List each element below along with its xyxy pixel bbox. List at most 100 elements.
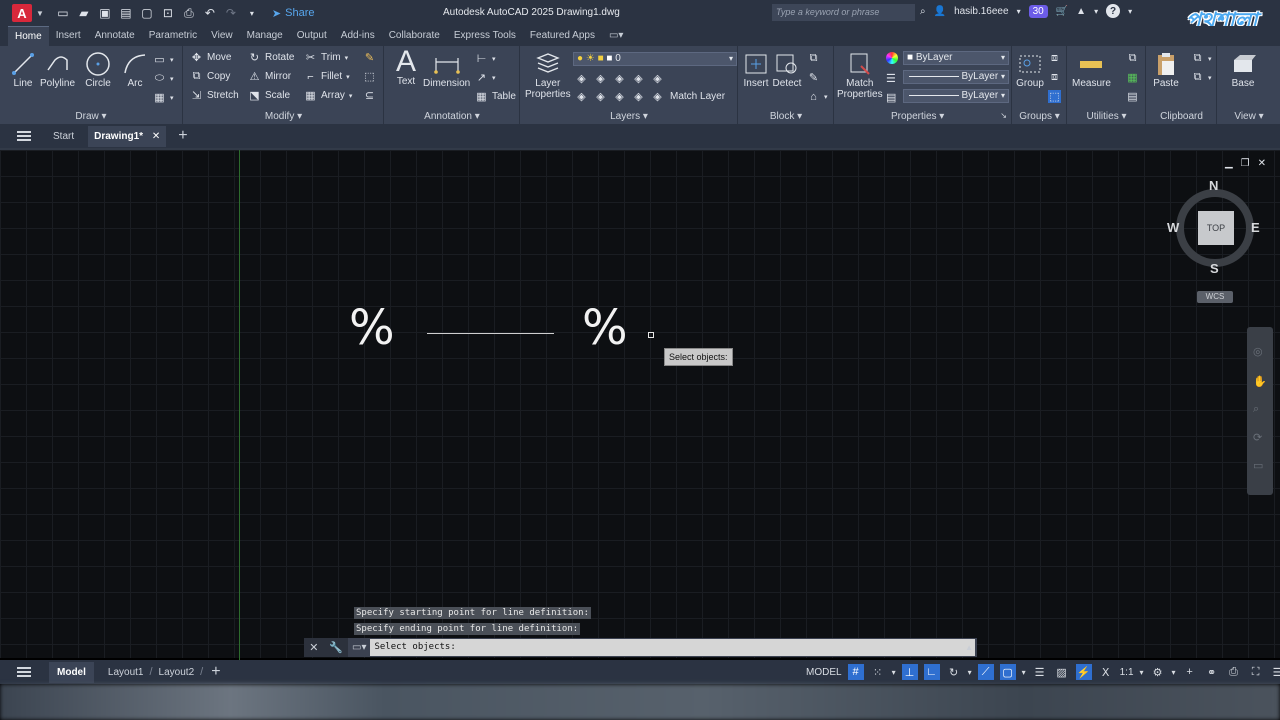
ungroup-tool[interactable]: ⧈ bbox=[1048, 52, 1061, 65]
group-tool[interactable]: Group bbox=[1015, 50, 1045, 89]
open-folder-icon[interactable]: ▰ bbox=[77, 6, 91, 20]
attribute-dropdown-icon[interactable]: ▾ bbox=[824, 93, 828, 101]
layer-properties-tool[interactable]: Layer Properties bbox=[525, 50, 571, 100]
transparency-icon[interactable]: ▨ bbox=[1054, 664, 1070, 680]
make-current-icon[interactable]: ◈ bbox=[651, 72, 664, 85]
viewcube[interactable]: TOP N S E W bbox=[1167, 178, 1260, 276]
layer-off-icon[interactable]: ◈ bbox=[575, 72, 588, 85]
array-tool[interactable]: ▦ Array ▾ bbox=[304, 89, 352, 102]
copy-clip-tool[interactable]: ⧉ ▾ bbox=[1191, 71, 1212, 84]
percent-text-right[interactable]: % bbox=[582, 300, 628, 356]
move-tool[interactable]: ✥ Move bbox=[190, 51, 232, 64]
measure-tool[interactable]: Measure bbox=[1072, 50, 1111, 89]
calculator-tool[interactable]: ▤ bbox=[1126, 90, 1139, 103]
tab-output[interactable]: Output bbox=[290, 26, 334, 46]
detect-tool[interactable]: Detect bbox=[772, 50, 802, 89]
workspace-gear-icon[interactable]: ⚙ bbox=[1150, 664, 1166, 680]
new-tab-plus-icon[interactable]: + bbox=[178, 127, 187, 145]
offset-tool[interactable]: ⊆ bbox=[363, 89, 376, 102]
osnap-dropdown-icon[interactable]: ▾ bbox=[1022, 668, 1026, 677]
tab-view[interactable]: View bbox=[204, 26, 240, 46]
infer-constraints-icon[interactable]: ⊥ bbox=[901, 664, 918, 680]
tab-collaborate[interactable]: Collaborate bbox=[382, 26, 447, 46]
match-properties-tool[interactable]: Match Properties bbox=[837, 50, 883, 100]
ortho-icon[interactable]: ∟ bbox=[923, 664, 940, 680]
color-dropdown[interactable]: ■ ByLayer ▾ bbox=[903, 51, 1009, 65]
viewcube-top-face[interactable]: TOP bbox=[1198, 211, 1234, 245]
hardware-acceleration-icon[interactable]: ⎙ bbox=[1226, 664, 1242, 680]
layer-unisolate-icon[interactable]: ◈ bbox=[594, 90, 607, 103]
tab-annotate[interactable]: Annotate bbox=[88, 26, 142, 46]
save-web-icon[interactable]: ⊡ bbox=[161, 6, 175, 20]
search-input[interactable]: Type a keyword or phrase bbox=[772, 4, 915, 21]
command-input[interactable]: Select objects: bbox=[370, 639, 975, 656]
dimension-tool[interactable]: Dimension bbox=[423, 50, 470, 89]
paste-tool[interactable]: Paste bbox=[1151, 50, 1181, 89]
hatch-tool[interactable]: ⬭ ▾ bbox=[153, 72, 174, 85]
leader-tool[interactable]: ↗ ▾ bbox=[475, 71, 496, 84]
clipboard-panel-label[interactable]: Clipboard bbox=[1147, 111, 1216, 122]
command-customize-icon[interactable]: 🔧 bbox=[329, 641, 343, 654]
tab-featured-apps[interactable]: Featured Apps bbox=[523, 26, 602, 46]
snap-icon[interactable]: ⁙ bbox=[870, 664, 886, 680]
customize-qat-icon[interactable]: ▾ bbox=[245, 7, 259, 20]
linear-dim-tool[interactable]: ⊢ ▾ bbox=[475, 52, 496, 65]
layer-thaw-icon[interactable]: ◈ bbox=[613, 90, 626, 103]
compass-east[interactable]: E bbox=[1251, 220, 1260, 235]
properties-launcher-icon[interactable]: ↘ bbox=[1000, 111, 1007, 120]
ribbon-minimize-icon[interactable]: ▭▾ bbox=[602, 26, 630, 46]
command-close-icon[interactable]: ✕ bbox=[309, 641, 318, 654]
tab-start[interactable]: Start bbox=[53, 131, 74, 142]
layer-isolate-icon[interactable]: ◈ bbox=[594, 72, 607, 85]
annotation-scale[interactable]: 1:1 bbox=[1120, 667, 1134, 678]
model-space-button[interactable]: MODEL bbox=[806, 667, 842, 678]
layer-dropdown[interactable]: ● ☀ ■ ■ 0 ▾ bbox=[573, 52, 737, 66]
lineweight-dropdown[interactable]: ByLayer ▾ bbox=[903, 89, 1009, 103]
arc-tool[interactable]: Arc bbox=[120, 50, 150, 89]
layer-lock-icon[interactable]: ◈ bbox=[632, 72, 645, 85]
ellipse-dropdown-icon[interactable]: ▾ bbox=[170, 75, 174, 83]
user-icon[interactable]: 👤 bbox=[934, 6, 946, 17]
table-tool[interactable]: ▦ Table bbox=[475, 90, 516, 103]
text-tool[interactable]: A Text bbox=[391, 45, 421, 87]
polar-tracking-icon[interactable]: ↻ bbox=[946, 664, 962, 680]
tab-model[interactable]: Model bbox=[49, 661, 94, 683]
copy-clip-dropdown-icon[interactable]: ▾ bbox=[1208, 55, 1212, 63]
navigation-bar[interactable]: ◎ ✋ ⌕ ⟳ ▭ bbox=[1247, 327, 1273, 495]
layers-panel-label[interactable]: Layers ▾ bbox=[521, 111, 737, 122]
erase-tool[interactable]: ✎ bbox=[363, 51, 376, 64]
help-dropdown-icon[interactable]: ▾ bbox=[1128, 7, 1132, 16]
block-panel-label[interactable]: Block ▾ bbox=[739, 111, 833, 122]
layout-menu-icon[interactable] bbox=[17, 667, 31, 677]
wcs-menu[interactable]: WCS bbox=[1197, 291, 1233, 303]
customize-status-icon[interactable]: ☰ bbox=[1270, 664, 1280, 680]
group-edit-tool[interactable]: ⧈ bbox=[1048, 71, 1061, 84]
add-layout-plus-icon[interactable]: + bbox=[211, 663, 220, 681]
select-all-tool[interactable]: ▦ bbox=[1126, 71, 1139, 84]
close-tab-icon[interactable]: ✕ bbox=[152, 131, 160, 142]
layer-on-icon[interactable]: ◈ bbox=[575, 90, 588, 103]
user-name[interactable]: hasib.16eee bbox=[954, 6, 1009, 17]
command-history-icon[interactable]: ▭▾ bbox=[352, 642, 366, 653]
new-file-icon[interactable]: ▭ bbox=[56, 6, 70, 20]
base-tool[interactable]: Base bbox=[1228, 50, 1258, 89]
fillet-dropdown-icon[interactable]: ▾ bbox=[346, 73, 350, 81]
save-icon[interactable]: ▣ bbox=[98, 6, 112, 20]
restore-icon[interactable]: ❐ bbox=[1241, 158, 1250, 169]
plus-icon[interactable]: + bbox=[1182, 664, 1198, 680]
object-snap-icon[interactable]: ▢ bbox=[999, 664, 1016, 680]
cart-icon[interactable]: 🛒 bbox=[1056, 6, 1068, 17]
open-web-icon[interactable]: ▢ bbox=[140, 6, 154, 20]
explode-tool[interactable]: ⬚ bbox=[363, 70, 376, 83]
redo-icon[interactable]: ↷ bbox=[224, 6, 238, 20]
boundary-tool[interactable]: ▦ ▾ bbox=[153, 91, 173, 104]
rectangle-dropdown-icon[interactable]: ▾ bbox=[170, 56, 174, 64]
undo-icon[interactable]: ↶ bbox=[203, 6, 217, 20]
circle-tool[interactable]: Circle bbox=[83, 50, 113, 89]
group-select-tool[interactable]: ⬚ bbox=[1048, 90, 1061, 103]
array-dropdown-icon[interactable]: ▾ bbox=[349, 92, 353, 100]
layer-unlock-icon[interactable]: ◈ bbox=[632, 90, 645, 103]
polyline-tool[interactable]: Polyline bbox=[40, 50, 75, 89]
linear-dim-dropdown-icon[interactable]: ▾ bbox=[492, 55, 496, 63]
line-tool[interactable]: Line bbox=[8, 50, 38, 89]
